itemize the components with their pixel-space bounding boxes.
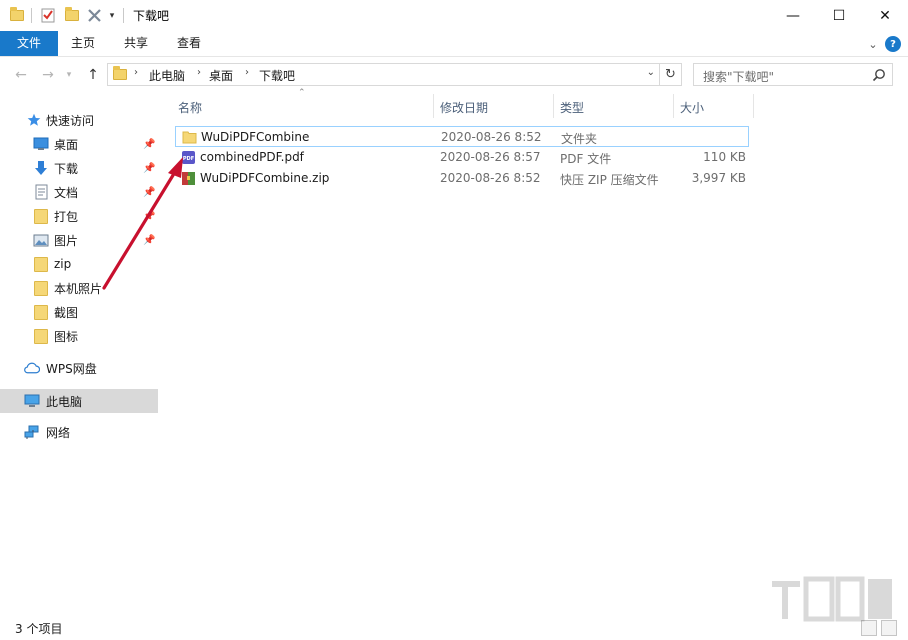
folder-icon bbox=[9, 7, 25, 24]
recent-locations-button[interactable]: ▾ bbox=[63, 66, 75, 84]
navigation-bar: ← → ▾ ↑ › 此电脑 › 桌面 › 下载吧 ⌄ ↻ 搜索"下载吧" bbox=[0, 58, 908, 92]
star-icon bbox=[26, 112, 42, 128]
folder-icon bbox=[33, 328, 49, 344]
nav-label: zip bbox=[54, 257, 72, 271]
file-type: 快压 ZIP 压缩文件 bbox=[560, 173, 659, 187]
column-divider[interactable] bbox=[433, 94, 434, 118]
column-header-name[interactable]: 名称 bbox=[178, 99, 202, 123]
folder-icon bbox=[113, 66, 127, 80]
sidebar-item-network[interactable]: 网络 bbox=[0, 421, 158, 443]
column-divider[interactable] bbox=[673, 94, 674, 118]
search-box[interactable]: 搜索"下载吧" bbox=[693, 63, 893, 86]
chevron-right-icon[interactable]: › bbox=[197, 67, 201, 78]
help-icon[interactable]: ? bbox=[885, 36, 901, 52]
nav-label: 快速访问 bbox=[46, 113, 95, 128]
maximize-button[interactable]: ☐ bbox=[816, 0, 862, 31]
nav-label: 文档 bbox=[54, 185, 79, 200]
cloud-icon bbox=[24, 360, 40, 376]
minimize-button[interactable]: — bbox=[770, 0, 816, 31]
nav-label: 图片 bbox=[54, 233, 79, 248]
column-header-date[interactable]: 修改日期 bbox=[440, 99, 488, 123]
file-row[interactable]: WuDiPDFCombine.zip 2020-08-26 8:52 快压 ZI… bbox=[175, 168, 749, 189]
delete-icon[interactable] bbox=[86, 7, 102, 24]
nav-label: 下载 bbox=[54, 161, 79, 176]
file-type: 文件夹 bbox=[561, 132, 598, 146]
search-icon[interactable] bbox=[872, 68, 886, 82]
file-name: combinedPDF.pdf bbox=[200, 150, 304, 164]
annotation-arrow bbox=[102, 157, 183, 290]
breadcrumb-current[interactable]: 下载吧 bbox=[259, 67, 295, 84]
nav-label: 此电脑 bbox=[46, 394, 83, 409]
chevron-right-icon[interactable]: › bbox=[134, 67, 138, 78]
file-name: WuDiPDFCombine bbox=[201, 130, 310, 144]
search-placeholder: 搜索"下载吧" bbox=[703, 70, 775, 84]
nav-quick-access[interactable]: 快速访问 bbox=[0, 109, 158, 131]
computer-icon bbox=[24, 393, 40, 409]
ribbon: 文件 主页 共享 查看 ⌄ ? bbox=[0, 31, 908, 57]
chevron-right-icon[interactable]: › bbox=[245, 67, 249, 78]
column-divider[interactable] bbox=[553, 94, 554, 118]
nav-label: 网络 bbox=[46, 425, 71, 440]
item-count: 3 个项目 bbox=[15, 622, 63, 636]
close-button[interactable]: ✕ bbox=[862, 0, 908, 31]
sidebar-item-this-pc[interactable]: 此电脑 bbox=[0, 389, 158, 413]
folder-icon bbox=[182, 130, 197, 144]
nav-label: 图标 bbox=[54, 329, 79, 344]
address-bar[interactable]: › 此电脑 › 桌面 › 下载吧 ⌄ bbox=[107, 63, 660, 86]
file-date: 2020-08-26 8:52 bbox=[441, 130, 542, 144]
nav-label: 打包 bbox=[54, 209, 79, 224]
column-header-size[interactable]: 大小 bbox=[680, 99, 704, 123]
file-date: 2020-08-26 8:57 bbox=[440, 150, 541, 164]
file-row[interactable]: WuDiPDFCombine 2020-08-26 8:52 文件夹 bbox=[175, 126, 749, 147]
refresh-button[interactable]: ↻ bbox=[660, 63, 682, 86]
file-size: 110 KB bbox=[703, 150, 746, 164]
breadcrumb-this-pc[interactable]: 此电脑 bbox=[149, 67, 185, 84]
folder-icon bbox=[33, 208, 49, 224]
column-header-type[interactable]: 类型 bbox=[560, 99, 584, 123]
sidebar-item-wps[interactable]: WPS网盘 bbox=[0, 357, 158, 379]
window-title: 下载吧 bbox=[133, 9, 170, 23]
column-divider[interactable] bbox=[753, 94, 754, 118]
breadcrumb-desktop[interactable]: 桌面 bbox=[209, 67, 233, 84]
folder-icon bbox=[33, 304, 49, 320]
folder-icon bbox=[33, 280, 49, 296]
file-type: PDF 文件 bbox=[560, 152, 612, 166]
tab-home[interactable]: 主页 bbox=[63, 31, 103, 56]
sidebar-item-icons[interactable]: 图标 bbox=[0, 325, 158, 347]
customize-toolbar-icon[interactable]: ▾ bbox=[106, 7, 118, 24]
sort-ascending-icon: ⌃ bbox=[298, 88, 306, 98]
nav-label: 桌面 bbox=[54, 137, 79, 152]
tab-file[interactable]: 文件 bbox=[0, 31, 58, 56]
watermark-logo bbox=[772, 576, 892, 622]
nav-label: 截图 bbox=[54, 305, 79, 320]
sidebar-item-screenshots[interactable]: 截图 bbox=[0, 301, 158, 323]
file-name: WuDiPDFCombine.zip bbox=[200, 171, 330, 185]
expand-ribbon-icon[interactable]: ⌄ bbox=[864, 35, 882, 53]
forward-button[interactable]: → bbox=[39, 66, 57, 84]
file-date: 2020-08-26 8:52 bbox=[440, 171, 541, 185]
file-size: 3,997 KB bbox=[691, 171, 746, 185]
divider bbox=[123, 8, 124, 23]
picture-icon bbox=[33, 232, 49, 248]
chevron-down-icon[interactable]: ⌄ bbox=[647, 67, 655, 78]
back-button[interactable]: ← bbox=[12, 66, 30, 84]
tab-share[interactable]: 共享 bbox=[116, 31, 156, 56]
new-folder-icon[interactable] bbox=[64, 7, 80, 24]
up-button[interactable]: ↑ bbox=[84, 66, 102, 84]
desktop-icon bbox=[33, 136, 49, 152]
network-icon bbox=[24, 424, 40, 440]
document-icon bbox=[33, 184, 49, 200]
folder-icon bbox=[33, 256, 49, 272]
file-row[interactable]: PDF combinedPDF.pdf 2020-08-26 8:57 PDF … bbox=[175, 147, 749, 168]
properties-icon[interactable] bbox=[40, 7, 56, 24]
title-bar: ▾ 下载吧 — ☐ ✕ bbox=[0, 0, 908, 31]
nav-label: WPS网盘 bbox=[46, 361, 97, 376]
download-icon bbox=[33, 160, 49, 176]
divider bbox=[31, 8, 32, 23]
tab-view[interactable]: 查看 bbox=[169, 31, 209, 56]
